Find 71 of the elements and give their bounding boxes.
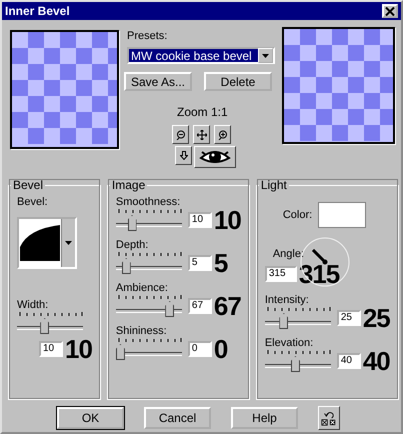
slider[interactable] (116, 252, 182, 274)
number-input[interactable]: 5 (188, 255, 212, 271)
field-label: Ambience: (116, 282, 169, 295)
annotation-number: 25 (362, 307, 390, 329)
color-swatch[interactable] (318, 202, 366, 228)
field-label: Intensity: (264, 294, 310, 307)
number-input[interactable]: 25 (336, 310, 361, 326)
number-input[interactable]: 40 (336, 353, 361, 369)
field-label: Smoothness: (116, 196, 182, 209)
window-title: Inner Bevel (5, 4, 70, 18)
preview-toggle-button[interactable] (194, 146, 236, 168)
preset-button[interactable]: Save As... (124, 72, 192, 91)
zoom-out-button[interactable] (172, 125, 189, 144)
down-arrow-icon (180, 151, 188, 160)
field-label: Shininess: (116, 325, 168, 338)
dropdown-arrow-icon (65, 241, 72, 245)
group-title: Bevel (12, 178, 44, 192)
tick-marks (19, 312, 83, 317)
reset-icon (321, 409, 337, 427)
reset-button[interactable] (318, 406, 340, 430)
preset-button[interactable]: Delete (204, 72, 272, 91)
dialog-button[interactable]: Help (231, 407, 298, 429)
group-title: Image (110, 178, 146, 192)
pan-button[interactable] (193, 125, 210, 144)
down-arrow-button[interactable] (175, 146, 192, 165)
eye-icon (199, 148, 231, 166)
annotation-number: 67 (214, 295, 241, 317)
group-title: Light (260, 178, 288, 192)
quarter-round-icon (20, 225, 60, 261)
field-label: Width: (17, 299, 50, 312)
dropdown-arrow-icon (262, 54, 269, 58)
dialog-button[interactable]: Cancel (144, 407, 211, 429)
number-input[interactable]: 0 (188, 341, 212, 357)
slider[interactable] (116, 209, 182, 231)
tick-marks (118, 252, 182, 257)
zoom-label: Zoom 1:1 (177, 105, 228, 119)
tick-marks (118, 338, 182, 343)
slider[interactable] (264, 350, 331, 372)
field-label: Color: (282, 208, 312, 222)
tick-marks (118, 295, 182, 300)
slider[interactable] (116, 295, 182, 317)
annotation-number: 40 (362, 350, 390, 372)
slider[interactable] (17, 312, 83, 334)
annotation-number: 10 (65, 338, 92, 360)
field-label: Angle: (272, 248, 306, 261)
tick-marks (266, 350, 331, 355)
number-input[interactable]: 67 (188, 298, 212, 314)
move-arrows-icon (196, 130, 206, 140)
number-input[interactable]: 10 (39, 341, 63, 357)
dialog-button[interactable]: OK (57, 407, 124, 429)
tick-marks (266, 307, 331, 312)
slider[interactable] (264, 307, 331, 329)
field-label: Bevel: (17, 196, 49, 209)
bevel-profile-dropdown[interactable] (17, 217, 77, 269)
annotation-number: 10 (214, 209, 241, 231)
close-button[interactable] (382, 4, 398, 18)
zoom-in-icon (218, 130, 228, 140)
field-label: Elevation: (264, 337, 314, 350)
number-input[interactable]: 10 (188, 212, 212, 228)
zoom-out-icon (176, 130, 186, 140)
field-label: Depth: (116, 239, 150, 252)
annotation-number: 0 (214, 338, 228, 360)
close-icon (385, 6, 395, 16)
zoom-in-button[interactable] (214, 125, 231, 144)
tick-marks (118, 209, 182, 214)
angle-input[interactable]: 315 (264, 266, 297, 282)
presets-label: Presets: (127, 30, 168, 43)
annotation-number: 315 (298, 263, 340, 285)
slider[interactable] (116, 338, 182, 360)
presets-dropdown[interactable]: MW cookie base bevel (127, 47, 275, 64)
annotation-number: 5 (214, 252, 228, 274)
